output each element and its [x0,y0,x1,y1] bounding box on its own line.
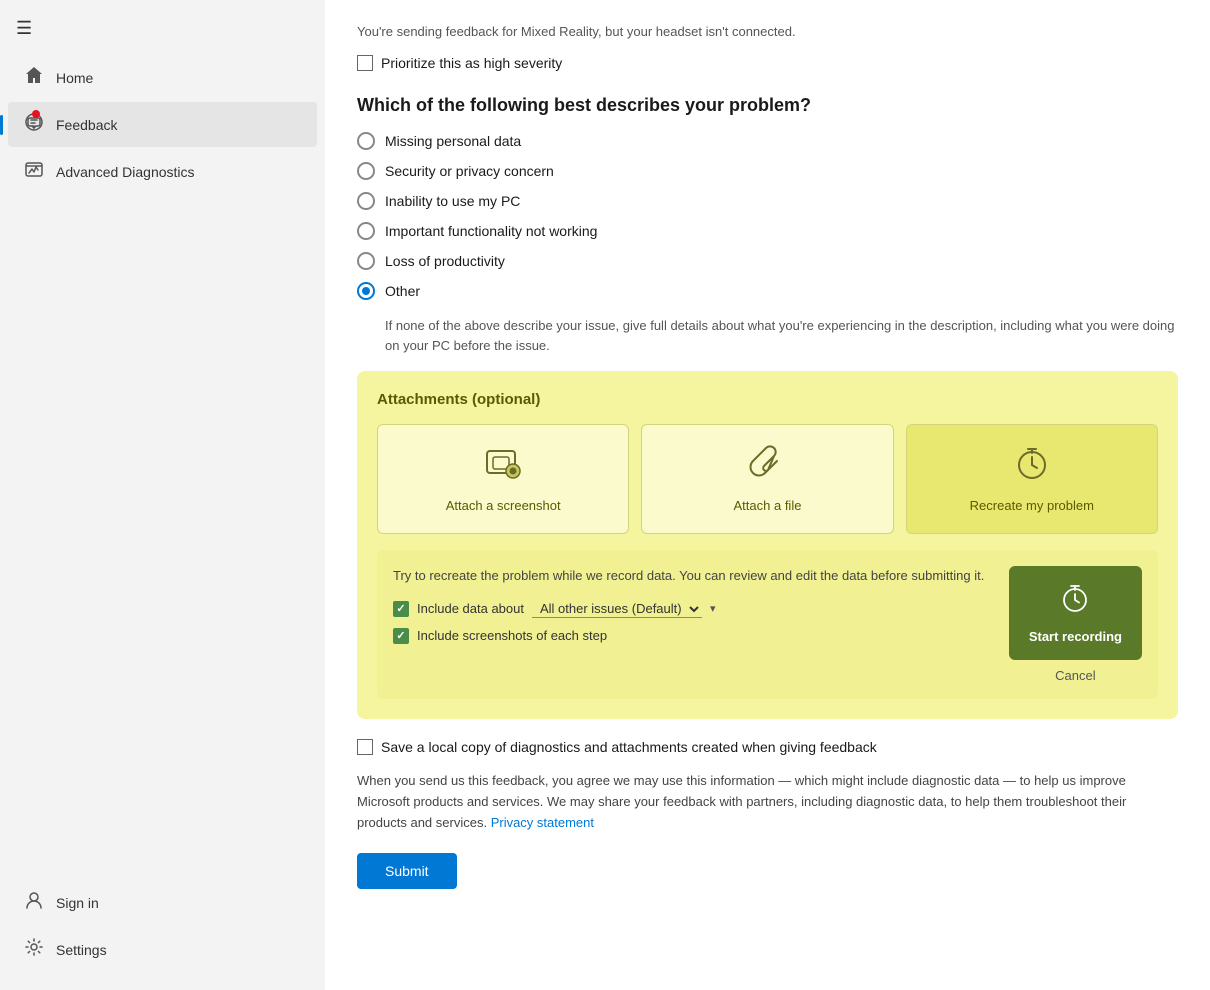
paperclip-icon [749,445,785,488]
attach-buttons-row: Attach a screenshot Attach a file [377,424,1158,534]
save-local-checkbox[interactable] [357,739,373,755]
other-description: If none of the above describe your issue… [385,316,1178,355]
attachments-card: Attachments (optional) Attach a screensh… [357,371,1178,719]
attachments-title: Attachments (optional) [377,391,1158,408]
radio-label-missing: Missing personal data [385,133,521,149]
home-icon [24,65,44,90]
save-local-label: Save a local copy of diagnostics and att… [381,739,877,755]
sidebar-bottom: Sign in Settings [0,878,325,990]
recording-icon [1059,582,1091,621]
info-text: You're sending feedback for Mixed Realit… [357,24,1178,39]
attach-file-button[interactable]: Attach a file [641,424,893,534]
priority-row: Prioritize this as high severity [357,55,1178,71]
sidebar-item-settings[interactable]: Settings [8,927,317,972]
include-data-label: Include data about [417,601,524,616]
radio-label-functionality: Important functionality not working [385,223,597,239]
include-screenshots-label: Include screenshots of each step [417,628,607,643]
sidebar-diagnostics-label: Advanced Diagnostics [56,164,195,180]
account-icon [24,890,44,915]
settings-label: Settings [56,942,107,958]
sidebar-item-home[interactable]: Home [8,55,317,100]
include-data-checkbox[interactable] [393,601,409,617]
submit-button[interactable]: Submit [357,853,457,889]
hamburger-menu[interactable]: ☰ [0,8,325,49]
radio-missing-personal-data[interactable]: Missing personal data [357,132,1178,150]
cancel-button[interactable]: Cancel [1055,668,1095,683]
issue-type-dropdown[interactable]: All other issues (Default) [532,600,702,618]
legal-text: When you send us this feedback, you agre… [357,771,1178,833]
radio-circle-missing [357,132,375,150]
radio-label-inability: Inability to use my PC [385,193,520,209]
recreate-section: Try to recreate the problem while we rec… [377,550,1158,699]
privacy-statement-link[interactable]: Privacy statement [491,815,594,830]
radio-group: Missing personal data Security or privac… [357,132,1178,300]
save-local-row: Save a local copy of diagnostics and att… [357,739,1178,755]
start-recording-button[interactable]: Start recording [1009,566,1142,660]
priority-checkbox[interactable] [357,55,373,71]
problem-section-title: Which of the following best describes yo… [357,95,1178,116]
attach-file-label: Attach a file [734,498,802,513]
recreate-problem-button[interactable]: Recreate my problem [906,424,1158,534]
radio-circle-other [357,282,375,300]
sidebar-item-sign-in[interactable]: Sign in [8,880,317,925]
radio-circle-inability [357,192,375,210]
radio-loss-of-productivity[interactable]: Loss of productivity [357,252,1178,270]
diagnostics-icon [24,159,44,184]
recreate-label: Recreate my problem [970,498,1094,513]
radio-security-privacy[interactable]: Security or privacy concern [357,162,1178,180]
priority-label: Prioritize this as high severity [381,55,562,71]
timer-icon [1014,445,1050,488]
attach-screenshot-button[interactable]: Attach a screenshot [377,424,629,534]
include-screenshots-row: Include screenshots of each step [393,628,993,644]
radio-other[interactable]: Other [357,282,1178,300]
start-recording-label: Start recording [1029,629,1122,644]
sidebar-nav: Home Feedback Advanced Diagnost [0,49,325,878]
sidebar-feedback-label: Feedback [56,117,117,133]
main-content: You're sending feedback for Mixed Realit… [325,0,1210,990]
recreate-info: Try to recreate the problem while we rec… [393,566,993,654]
sidebar-home-label: Home [56,70,93,86]
radio-inability-to-use[interactable]: Inability to use my PC [357,192,1178,210]
sidebar-item-advanced-diagnostics[interactable]: Advanced Diagnostics [8,149,317,194]
sidebar: ☰ Home Feedback [0,0,325,990]
notification-dot [32,110,40,118]
recreate-description: Try to recreate the problem while we rec… [393,566,993,586]
hamburger-icon: ☰ [16,18,32,38]
sidebar-item-feedback[interactable]: Feedback [8,102,317,147]
sign-in-label: Sign in [56,895,99,911]
radio-label-productivity: Loss of productivity [385,253,505,269]
radio-important-functionality[interactable]: Important functionality not working [357,222,1178,240]
radio-circle-productivity [357,252,375,270]
settings-icon [24,937,44,962]
radio-label-other: Other [385,283,420,299]
dropdown-arrow-icon: ▾ [710,602,716,615]
radio-circle-functionality [357,222,375,240]
radio-label-security: Security or privacy concern [385,163,554,179]
screenshot-icon [485,445,521,488]
attach-screenshot-label: Attach a screenshot [446,498,561,513]
radio-circle-security [357,162,375,180]
include-screenshots-checkbox[interactable] [393,628,409,644]
include-data-row: Include data about All other issues (Def… [393,600,993,618]
